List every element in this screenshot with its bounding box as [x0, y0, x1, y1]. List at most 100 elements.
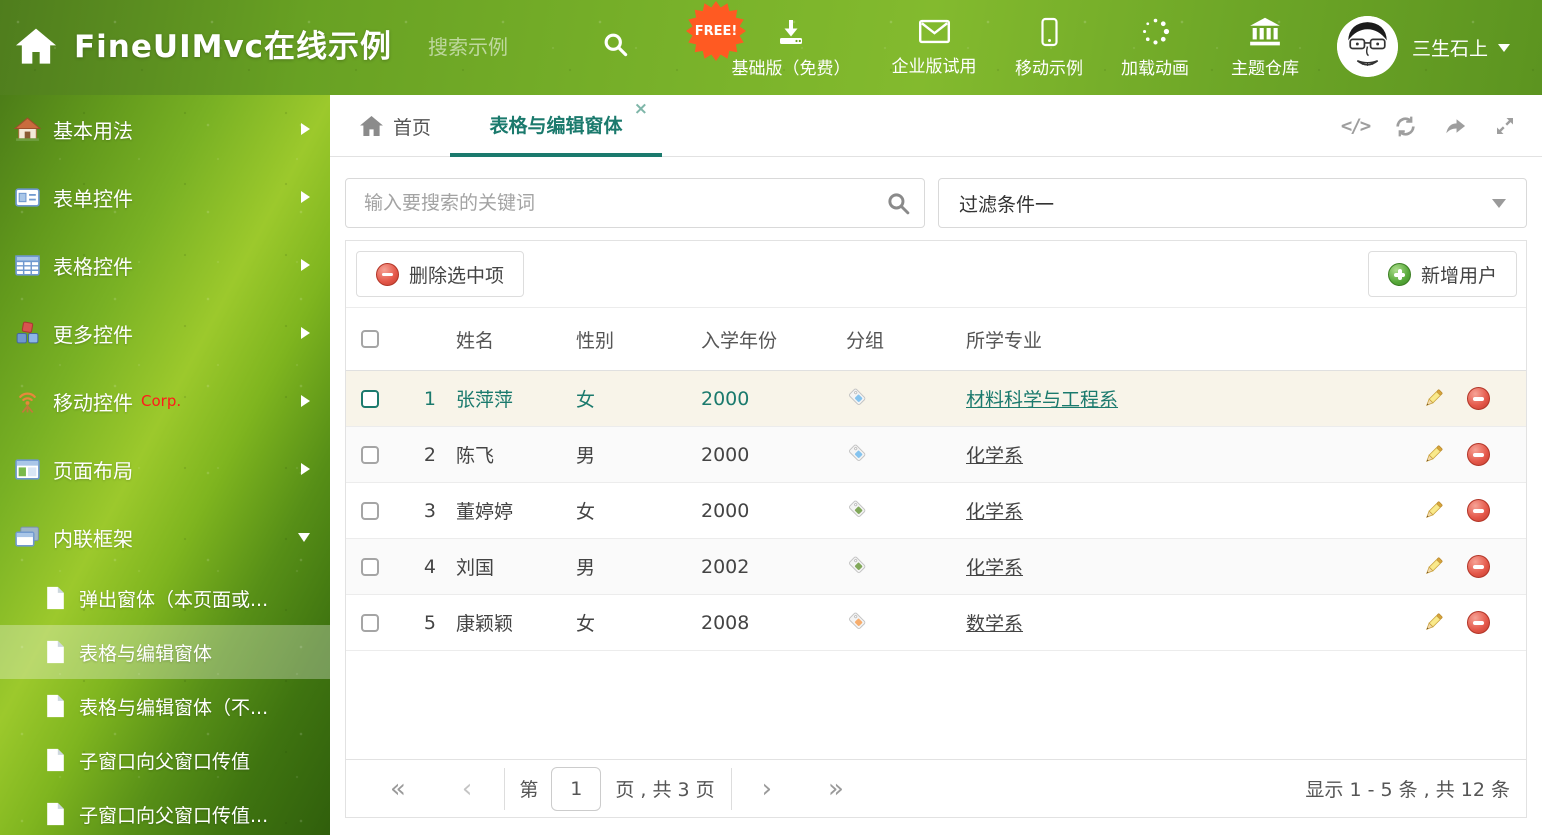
record-summary: 显示 1 - 5 条 , 共 12 条 — [1305, 775, 1510, 802]
sidebar-subitem-grid-edit-window-no[interactable]: 表格与编辑窗体（不... — [0, 679, 330, 733]
sidebar-subitem-child-to-parent[interactable]: 子窗口向父窗口传值 — [0, 733, 330, 787]
last-page-icon[interactable]: » — [828, 776, 844, 802]
sidebar-item-basic-usage[interactable]: 基本用法 — [0, 95, 330, 163]
sidebar-subitem-child-to-parent-2[interactable]: 子窗口向父窗口传值... — [0, 787, 330, 835]
next-page-icon[interactable]: › — [762, 776, 772, 802]
cubes-icon — [14, 320, 41, 347]
avatar[interactable] — [1337, 16, 1398, 77]
row-number: 1 — [401, 388, 436, 410]
select-all-checkbox[interactable] — [361, 330, 379, 348]
sidebar-item-more-controls[interactable]: 更多控件 — [0, 299, 330, 367]
prev-page-icon[interactable]: ‹ — [462, 776, 472, 802]
minus-icon — [376, 263, 399, 286]
divider — [731, 768, 732, 810]
app-window: FineUIMvc在线示例 FREE! 基础版（免费） 企业版试用 — [0, 0, 1542, 835]
nav-label: 移动示例 — [1015, 54, 1083, 79]
filter-dropdown-value: 过滤条件一 — [959, 190, 1054, 217]
mail-icon — [918, 18, 951, 45]
page-number-input[interactable]: 1 — [551, 767, 601, 811]
sidebar-item-inline-frame[interactable]: 内联框架 — [0, 503, 330, 571]
row-checkbox[interactable] — [361, 390, 379, 408]
table-icon — [14, 252, 41, 279]
home-icon[interactable] — [16, 28, 56, 66]
major-link[interactable]: 化学系 — [966, 557, 1023, 579]
chevron-right-icon — [301, 191, 310, 203]
sidebar-subitem-grid-edit-window[interactable]: 表格与编辑窗体 — [0, 625, 330, 679]
spinner-icon — [1140, 16, 1171, 47]
nav-label: 主题仓库 — [1231, 54, 1299, 79]
view-source-icon[interactable]: </> — [1342, 113, 1368, 139]
row-checkbox[interactable] — [361, 502, 379, 520]
delete-icon[interactable] — [1467, 499, 1490, 522]
nav-item-basic-free[interactable]: 基础版（免费） — [720, 0, 862, 95]
major-link[interactable]: 化学系 — [966, 445, 1023, 467]
delete-icon[interactable] — [1467, 555, 1490, 578]
share-icon[interactable] — [1442, 113, 1468, 139]
cell-year: 2008 — [681, 612, 826, 634]
edit-icon[interactable] — [1422, 443, 1445, 466]
major-link[interactable]: 数学系 — [966, 613, 1023, 635]
table-row[interactable]: 3 董婷婷 女 2000 化学系 — [346, 483, 1526, 539]
cell-gender: 女 — [556, 385, 681, 412]
close-icon[interactable]: × — [634, 101, 648, 118]
header-search-input[interactable] — [428, 30, 583, 64]
keyword-search-input[interactable] — [345, 178, 925, 228]
edit-icon[interactable] — [1422, 387, 1445, 410]
edit-icon[interactable] — [1422, 611, 1445, 634]
grid-toolbar: 删除选中项 新增用户 — [346, 241, 1526, 308]
tab-home[interactable]: 首页 — [360, 95, 431, 157]
column-header-name: 姓名 — [436, 326, 556, 353]
sidebar-item-label: 内联框架 — [53, 523, 133, 552]
sidebar-item-mobile-controls[interactable]: 移动控件 Corp. — [0, 367, 330, 435]
add-user-button[interactable]: 新增用户 — [1368, 251, 1517, 297]
home-icon — [360, 116, 383, 137]
button-label: 删除选中项 — [409, 261, 504, 288]
refresh-icon[interactable] — [1392, 113, 1418, 139]
nav-item-enterprise-trial[interactable]: 企业版试用 — [872, 0, 996, 95]
filter-dropdown[interactable]: 过滤条件一 — [938, 178, 1527, 228]
delete-icon[interactable] — [1467, 611, 1490, 634]
tab-label: 首页 — [393, 113, 431, 140]
table-row[interactable]: 4 刘国 男 2002 化学系 — [346, 539, 1526, 595]
search-icon[interactable] — [602, 31, 629, 58]
delete-selected-button[interactable]: 删除选中项 — [356, 251, 524, 297]
nav-item-theme-store[interactable]: 主题仓库 — [1214, 0, 1316, 95]
major-link[interactable]: 材料科学与工程系 — [966, 389, 1118, 411]
table-row[interactable]: 2 陈飞 男 2000 化学系 — [346, 427, 1526, 483]
search-icon[interactable] — [886, 191, 911, 216]
sidebar-item-label: 页面布局 — [53, 455, 133, 484]
sidebar-subitem-label: 弹出窗体（本页面或... — [79, 585, 268, 612]
row-checkbox[interactable] — [361, 614, 379, 632]
table-row[interactable]: 1 张萍萍 女 2000 材料科学与工程系 — [346, 371, 1526, 427]
sidebar-item-page-layout[interactable]: 页面布局 — [0, 435, 330, 503]
sidebar-item-label: 表格控件 — [53, 251, 133, 280]
sidebar-item-label: 表单控件 — [53, 183, 133, 212]
cell-name: 刘国 — [436, 553, 556, 580]
antenna-icon — [14, 388, 41, 415]
table-row[interactable]: 5 康颖颖 女 2008 数学系 — [346, 595, 1526, 651]
nav-item-mobile-demo[interactable]: 移动示例 — [1000, 0, 1098, 95]
major-link[interactable]: 化学系 — [966, 501, 1023, 523]
column-header-year: 入学年份 — [681, 326, 826, 353]
fullscreen-icon[interactable] — [1492, 113, 1518, 139]
row-number: 5 — [401, 612, 436, 634]
first-page-icon[interactable]: « — [390, 776, 406, 802]
edit-icon[interactable] — [1422, 499, 1445, 522]
user-menu[interactable]: 三生石上 — [1412, 0, 1510, 95]
row-checkbox[interactable] — [361, 446, 379, 464]
layout-icon — [14, 456, 41, 483]
delete-icon[interactable] — [1467, 443, 1490, 466]
tag-icon — [846, 385, 869, 408]
chevron-down-icon — [298, 533, 310, 542]
nav-item-loading-animation[interactable]: 加载动画 — [1106, 0, 1204, 95]
edit-icon[interactable] — [1422, 555, 1445, 578]
sidebar-subitem-popup-window[interactable]: 弹出窗体（本页面或... — [0, 571, 330, 625]
sidebar-item-grid-controls[interactable]: 表格控件 — [0, 231, 330, 299]
tab-grid-edit-window[interactable]: 表格与编辑窗体 × — [450, 95, 662, 157]
delete-icon[interactable] — [1467, 387, 1490, 410]
cell-name: 董婷婷 — [436, 497, 556, 524]
sidebar-item-form-controls[interactable]: 表单控件 — [0, 163, 330, 231]
sidebar-item-label: 基本用法 — [53, 115, 133, 144]
chevron-right-icon — [301, 463, 310, 475]
row-checkbox[interactable] — [361, 558, 379, 576]
